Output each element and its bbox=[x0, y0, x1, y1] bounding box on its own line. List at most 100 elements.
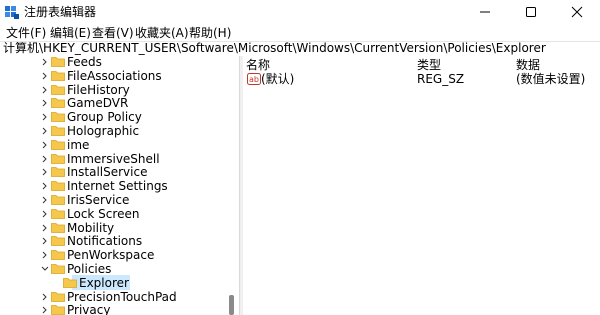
tree-item-label: Notifications bbox=[67, 234, 143, 249]
value-row[interactable]: ab (默认) REG_SZ (数值未设置) bbox=[243, 72, 600, 86]
tree-item-fileassociations[interactable]: FileAssociations bbox=[0, 69, 238, 83]
chevron-right-icon[interactable] bbox=[40, 166, 50, 178]
folder-icon bbox=[63, 277, 77, 288]
chevron-right-icon[interactable] bbox=[40, 235, 50, 247]
menu-help[interactable]: 帮助(H) bbox=[189, 25, 231, 41]
folder-icon bbox=[51, 98, 65, 109]
registry-tree: Feeds FileAssociations FileHistory GameDVR G… bbox=[0, 56, 238, 315]
tree-item-feeds[interactable]: Feeds bbox=[0, 56, 238, 69]
folder-icon bbox=[51, 195, 65, 205]
chevron-right-icon[interactable] bbox=[40, 208, 50, 220]
chevron-right-icon[interactable] bbox=[40, 84, 50, 96]
tree-item-label: Mobility bbox=[67, 220, 115, 235]
tree-item-immersiveshell[interactable]: ImmersiveShell bbox=[0, 152, 238, 166]
tree-item-label: PrecisionTouchPad bbox=[67, 289, 177, 304]
tree-item-label: Explorer bbox=[79, 275, 129, 290]
tree-scrollbar[interactable] bbox=[225, 56, 238, 315]
tree-item-mobility[interactable]: Mobility bbox=[0, 221, 238, 235]
minimize-button[interactable] bbox=[462, 0, 508, 24]
maximize-button[interactable] bbox=[508, 0, 554, 24]
tree-item-lock-screen[interactable]: Lock Screen bbox=[0, 207, 238, 221]
tree-item-label: Holographic bbox=[67, 124, 140, 138]
value-type: REG_SZ bbox=[417, 72, 465, 86]
folder-icon bbox=[51, 208, 65, 219]
tree-item-label: IrisService bbox=[67, 193, 130, 207]
tree-item-filehistory[interactable]: FileHistory bbox=[0, 83, 238, 97]
tree-item-label: FileAssociations bbox=[67, 68, 162, 83]
folder-icon bbox=[51, 167, 65, 178]
folder-icon bbox=[51, 57, 65, 67]
address-bar[interactable]: 计算机\HKEY_CURRENT_USER\Software\Microsoft… bbox=[0, 41, 600, 56]
column-header-data[interactable]: 数据 bbox=[516, 58, 540, 72]
close-icon bbox=[571, 6, 583, 18]
chevron-right-icon[interactable] bbox=[40, 70, 50, 82]
menu-favorites[interactable]: 收藏夹(A) bbox=[135, 25, 189, 41]
minimize-icon bbox=[480, 11, 490, 13]
chevron-right-icon[interactable] bbox=[40, 180, 50, 192]
chevron-down-icon[interactable] bbox=[40, 263, 50, 275]
column-header-name[interactable]: 名称 bbox=[246, 58, 270, 72]
tree-item-ime[interactable]: ime bbox=[0, 138, 238, 152]
tree-item-label: ime bbox=[67, 137, 90, 152]
tree-item-label: Lock Screen bbox=[67, 206, 140, 221]
value-data: (数值未设置) bbox=[516, 72, 586, 86]
chevron-right-icon[interactable] bbox=[40, 56, 50, 68]
tree-item-label: ImmersiveShell bbox=[67, 151, 160, 166]
chevron-right-icon[interactable] bbox=[40, 291, 50, 303]
folder-icon bbox=[51, 139, 65, 150]
folder-icon bbox=[51, 291, 65, 302]
tree-item-notifications[interactable]: Notifications bbox=[0, 234, 238, 248]
tree-item-label: FileHistory bbox=[67, 82, 130, 97]
values-pane: 名称 类型 数据 ab (默认) REG_SZ (数值未设置) bbox=[243, 56, 600, 315]
tree-item-holographic[interactable]: Holographic bbox=[0, 124, 238, 138]
chevron-right-icon[interactable] bbox=[40, 304, 50, 315]
folder-icon bbox=[51, 153, 65, 164]
folder-icon bbox=[51, 222, 65, 233]
folder-icon bbox=[51, 264, 65, 274]
tree-item-label: InstallService bbox=[67, 165, 148, 180]
tree-item-explorer[interactable]: Explorer bbox=[0, 274, 238, 290]
tree-item-label: Internet Settings bbox=[67, 179, 168, 194]
title-bar: 注册表编辑器 bbox=[0, 0, 600, 24]
tree-item-installservice[interactable]: InstallService bbox=[0, 165, 238, 179]
folder-icon bbox=[51, 236, 65, 247]
folder-icon bbox=[51, 305, 65, 315]
tree-item-gamedvr[interactable]: GameDVR bbox=[0, 96, 238, 110]
folder-icon bbox=[51, 250, 65, 261]
value-name: (默认) bbox=[261, 72, 295, 86]
folder-icon bbox=[51, 181, 65, 192]
tree-item-privacy[interactable]: Privacy bbox=[0, 303, 238, 315]
string-value-icon: ab bbox=[247, 73, 261, 85]
svg-text:ab: ab bbox=[249, 75, 259, 84]
menu-bar: 文件(F) 编辑(E) 查看(V) 收藏夹(A) 帮助(H) bbox=[0, 24, 600, 42]
folder-icon bbox=[51, 84, 65, 95]
chevron-right-icon[interactable] bbox=[40, 153, 50, 165]
tree-item-precisiontouchpad[interactable]: PrecisionTouchPad bbox=[0, 290, 238, 304]
chevron-right-icon[interactable] bbox=[40, 97, 50, 109]
chevron-right-icon[interactable] bbox=[40, 194, 50, 206]
chevron-right-icon[interactable] bbox=[40, 249, 50, 261]
registry-editor-app-icon bbox=[5, 6, 19, 19]
tree-item-label: Group Policy bbox=[67, 110, 142, 125]
folder-icon bbox=[51, 126, 65, 136]
tree-item-group-policy[interactable]: Group Policy bbox=[0, 110, 238, 124]
window-title: 注册表编辑器 bbox=[24, 5, 97, 19]
tree-item-label: Feeds bbox=[67, 56, 102, 69]
tree-item-label: GameDVR bbox=[67, 96, 129, 111]
tree-item-penworkspace[interactable]: PenWorkspace bbox=[0, 248, 238, 262]
folder-icon bbox=[51, 70, 65, 81]
tree-item-label: PenWorkspace bbox=[67, 248, 155, 263]
close-button[interactable] bbox=[554, 0, 600, 24]
chevron-right-icon[interactable] bbox=[40, 139, 50, 151]
chevron-right-icon[interactable] bbox=[40, 222, 50, 234]
tree-item-internet-settings[interactable]: Internet Settings bbox=[0, 179, 238, 193]
folder-icon bbox=[51, 112, 65, 123]
menu-edit[interactable]: 编辑(E) bbox=[50, 25, 91, 41]
tree-scrollbar-thumb[interactable] bbox=[229, 295, 234, 315]
menu-file[interactable]: 文件(F) bbox=[6, 25, 46, 41]
tree-item-irisservice[interactable]: IrisService bbox=[0, 193, 238, 207]
menu-view[interactable]: 查看(V) bbox=[92, 25, 134, 41]
chevron-right-icon[interactable] bbox=[40, 125, 50, 137]
column-header-type[interactable]: 类型 bbox=[417, 58, 441, 72]
chevron-right-icon[interactable] bbox=[40, 111, 50, 123]
